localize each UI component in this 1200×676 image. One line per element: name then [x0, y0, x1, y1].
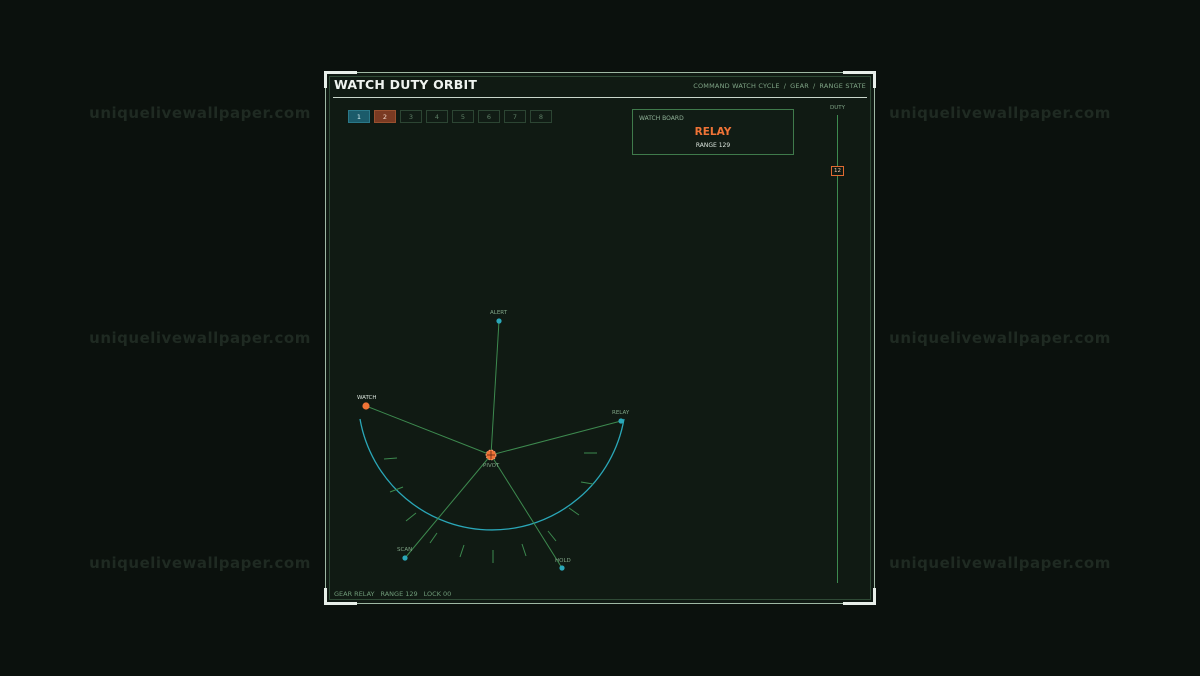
node-scan-label: SCAN: [397, 547, 412, 553]
orbit-tick: [383, 457, 398, 460]
watermark-1: uniquelivewallpaper.com: [89, 104, 311, 122]
spoke-alert: [490, 320, 500, 456]
orbit-tick: [580, 481, 594, 485]
node-watch-label: WATCH: [357, 395, 377, 401]
spoke-watch: [365, 405, 492, 456]
node-relay-dot[interactable]: [618, 418, 624, 424]
status-lock: LOCK 00: [423, 590, 452, 598]
spoke-scan: [404, 454, 492, 559]
node-scan-dot[interactable]: [402, 555, 408, 561]
orbit-tick: [389, 486, 404, 493]
status-bar: GEAR RELAY RANGE 129 LOCK 00: [334, 590, 451, 598]
node-alert-label: ALERT: [490, 310, 508, 316]
node-watch-dot[interactable]: [362, 402, 370, 410]
orbit-tick: [405, 512, 417, 522]
orbit-panel: WATCH DUTY ORBIT COMMAND WATCH CYCLE / G…: [324, 71, 876, 605]
orbit-tick: [429, 532, 438, 544]
orbit-tick: [568, 507, 580, 516]
node-relay-label: RELAY: [612, 410, 630, 416]
node-hold-dot[interactable]: [559, 565, 565, 571]
watermark-3: uniquelivewallpaper.com: [889, 104, 1111, 122]
watermark-7: uniquelivewallpaper.com: [89, 554, 311, 572]
orbit-spokes: [365, 320, 622, 569]
node-hold-label: HOLD: [555, 558, 571, 564]
status-gear: GEAR RELAY: [334, 590, 375, 598]
watermark-4: uniquelivewallpaper.com: [89, 329, 311, 347]
node-alert-dot[interactable]: [496, 318, 502, 324]
spoke-relay: [490, 420, 622, 456]
watermark-9: uniquelivewallpaper.com: [889, 554, 1111, 572]
pivot-gear-icon[interactable]: [485, 449, 497, 461]
watermark-6: uniquelivewallpaper.com: [889, 329, 1111, 347]
orbit-diagram: PIVOT ALERT WATCH RELAY SCAN HOLD: [357, 310, 630, 571]
spoke-hold: [490, 454, 563, 569]
status-range: RANGE 129: [380, 590, 418, 598]
orbit-tick: [547, 530, 557, 542]
orbit-tick: [459, 544, 465, 558]
pivot-label: PIVOT: [483, 463, 500, 469]
orbit-tick: [521, 543, 527, 557]
